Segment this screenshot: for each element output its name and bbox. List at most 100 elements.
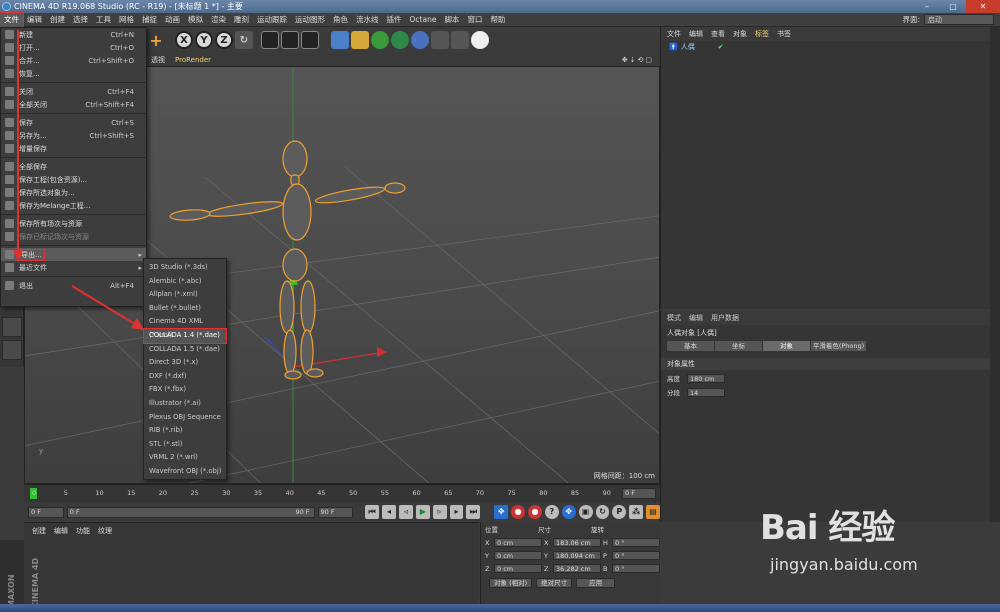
camera-icon[interactable] xyxy=(451,31,469,49)
object-tab-2[interactable]: 查看 xyxy=(711,29,725,39)
grid-tool-icon[interactable] xyxy=(2,340,22,360)
attribute-tab-1[interactable]: 编辑 xyxy=(689,313,703,323)
tab-perspective[interactable]: 透视 xyxy=(151,55,165,65)
menu-item-8[interactable]: 模拟 xyxy=(184,13,207,27)
position-field[interactable]: 0 cm xyxy=(494,538,542,547)
next-key-icon[interactable]: ▸ xyxy=(449,505,464,519)
attribute-subtab-1[interactable]: 坐标 xyxy=(715,341,763,351)
render-picture-viewer-icon[interactable] xyxy=(281,31,299,49)
minimize-button[interactable]: – xyxy=(914,0,940,13)
menu-item-12[interactable]: 运动图形 xyxy=(291,13,329,27)
end-frame-field[interactable]: 90 F xyxy=(317,506,354,518)
file-menu-item-16[interactable]: 最近文件 ▸ xyxy=(1,261,146,274)
file-menu-item-7[interactable]: 另存为... Ctrl+Shift+S xyxy=(1,129,146,142)
export-item-9[interactable]: FBX (*.fbx) xyxy=(144,383,226,397)
cube-icon[interactable] xyxy=(331,31,349,49)
menu-item-6[interactable]: 捕捉 xyxy=(138,13,161,27)
file-menu-item-14[interactable]: 保存已标记场次与资源 xyxy=(1,230,146,243)
position-key-icon[interactable]: ✥ xyxy=(561,505,576,519)
current-frame-field[interactable]: 0 F xyxy=(622,488,656,499)
file-menu-item-12[interactable]: 保存为Melange工程... xyxy=(1,199,146,212)
go-to-start-icon[interactable]: ⏮ xyxy=(365,505,380,519)
export-item-15[interactable]: Wavefront OBJ (*.obj) xyxy=(144,465,226,479)
export-item-13[interactable]: STL (*.stl) xyxy=(144,438,226,452)
object-row[interactable]: 🚹 人偶 ✔ xyxy=(661,41,990,52)
attribute-subtab-3[interactable]: 平滑着色(Phong) xyxy=(811,341,867,351)
export-item-10[interactable]: Illustrator (*.ai) xyxy=(144,397,226,411)
go-to-end-icon[interactable]: ⏭ xyxy=(466,505,481,519)
file-menu-item-0[interactable]: 新建 Ctrl+N xyxy=(1,28,146,41)
file-menu-item-13[interactable]: 保存所有场次与资源 xyxy=(1,217,146,230)
rotation-field[interactable]: 0 ° xyxy=(612,551,660,560)
pen-icon[interactable] xyxy=(351,31,369,49)
menu-item-3[interactable]: 选择 xyxy=(69,13,92,27)
object-tab-4[interactable]: 标签 xyxy=(755,29,769,39)
menu-item-5[interactable]: 网格 xyxy=(115,13,138,27)
previous-key-icon[interactable]: ◂ xyxy=(382,505,396,519)
tab-prorender[interactable]: ProRender xyxy=(175,56,211,64)
menu-item-7[interactable]: 动画 xyxy=(161,13,184,27)
object-tab-0[interactable]: 文件 xyxy=(667,29,681,39)
file-menu-item-8[interactable]: 增量保存 xyxy=(1,142,146,155)
file-menu-item-9[interactable]: 全部保存 xyxy=(1,160,146,173)
size-field[interactable]: 180.094 cm xyxy=(553,551,601,560)
material-tab-1[interactable]: 编辑 xyxy=(54,526,68,536)
maximize-button[interactable]: ▢ xyxy=(940,0,966,13)
menu-item-10[interactable]: 雕刻 xyxy=(230,13,253,27)
export-item-4[interactable]: Cinema 4D XML (*.xml) xyxy=(144,315,226,339)
floor-icon[interactable] xyxy=(431,31,449,49)
render-settings-icon[interactable] xyxy=(301,31,319,49)
export-item-2[interactable]: Allplan (*.xml) xyxy=(144,288,226,302)
subdivision-icon[interactable] xyxy=(371,31,389,49)
export-item-8[interactable]: DXF (*.dxf) xyxy=(144,370,226,384)
view-nav-icons[interactable]: ✥⇣⟲▢ xyxy=(622,56,660,64)
checker-tool-icon[interactable] xyxy=(2,317,22,337)
attribute-tab-0[interactable]: 模式 xyxy=(667,313,681,323)
rotation-field[interactable]: 0 ° xyxy=(612,538,660,547)
object-tab-5[interactable]: 书签 xyxy=(777,29,791,39)
rotation-key-icon[interactable]: ↻ xyxy=(595,505,610,519)
film-icon[interactable]: ▤ xyxy=(646,505,660,519)
material-tab-2[interactable]: 功能 xyxy=(76,526,90,536)
export-item-12[interactable]: RIB (*.rib) xyxy=(144,424,226,438)
light-icon[interactable] xyxy=(471,31,489,49)
size-field[interactable]: 36.282 cm xyxy=(553,564,601,573)
file-menu-item-11[interactable]: 保存所选对象为... xyxy=(1,186,146,199)
coordinate-mode-select[interactable]: 对象 (相对) xyxy=(489,578,533,588)
export-item-1[interactable]: Alembic (*.abc) xyxy=(144,275,226,289)
move-keys-icon[interactable]: ✥ xyxy=(494,505,509,519)
file-menu-item-4[interactable]: 关闭 Ctrl+F4 xyxy=(1,85,146,98)
export-item-7[interactable]: Direct 3D (*.x) xyxy=(144,356,226,370)
material-tab-3[interactable]: 纹理 xyxy=(98,526,112,536)
size-field[interactable]: 183.06 cm xyxy=(553,538,601,547)
object-tab-3[interactable]: 对象 xyxy=(733,29,747,39)
attribute-subtab-2[interactable]: 对象 xyxy=(763,341,811,351)
file-menu-item-3[interactable]: 恢复... xyxy=(1,67,146,80)
file-menu-item-17[interactable]: 退出 Alt+F4 xyxy=(1,279,146,292)
position-field[interactable]: 0 cm xyxy=(494,551,542,560)
deformer-icon[interactable] xyxy=(411,31,429,49)
export-item-6[interactable]: COLLADA 1.5 (*.dae) xyxy=(144,343,226,357)
export-item-5[interactable]: COLLADA 1.4 (*.dae) xyxy=(143,327,227,344)
render-view-icon[interactable] xyxy=(261,31,279,49)
grid-key-icon[interactable]: ⁂ xyxy=(629,505,644,519)
menu-item-4[interactable]: 工具 xyxy=(92,13,115,27)
auto-key-icon[interactable]: ● xyxy=(528,505,542,519)
menu-item-9[interactable]: 渲染 xyxy=(207,13,230,27)
menu-item-13[interactable]: 角色 xyxy=(329,13,352,27)
param-key-icon[interactable]: P xyxy=(612,505,627,519)
menu-item-11[interactable]: 运动跟踪 xyxy=(253,13,291,27)
rotation-field[interactable]: 0 ° xyxy=(612,564,660,573)
start-frame-field[interactable]: 0 F xyxy=(28,506,64,518)
file-menu-item-6[interactable]: 保存 Ctrl+S xyxy=(1,116,146,129)
object-tab-1[interactable]: 编辑 xyxy=(689,29,703,39)
size-mode-select[interactable]: 绝对尺寸 xyxy=(536,578,573,588)
menu-item-16[interactable]: Octane xyxy=(406,13,441,27)
export-item-3[interactable]: Bullet (*.bullet) xyxy=(144,302,226,316)
timeline[interactable]: 0 5 10 15 20 25 30 35 40 45 50 55 60 65 70 75 80 85 90 0 F xyxy=(24,484,660,502)
export-item-14[interactable]: VRML 2 (*.wrl) xyxy=(144,451,226,465)
coordinate-system-icon[interactable]: ↻ xyxy=(235,31,253,49)
x-axis-lock-icon[interactable]: X xyxy=(175,31,193,49)
menu-item-14[interactable]: 流水线 xyxy=(352,13,383,27)
y-axis-lock-icon[interactable]: Y xyxy=(195,31,213,49)
